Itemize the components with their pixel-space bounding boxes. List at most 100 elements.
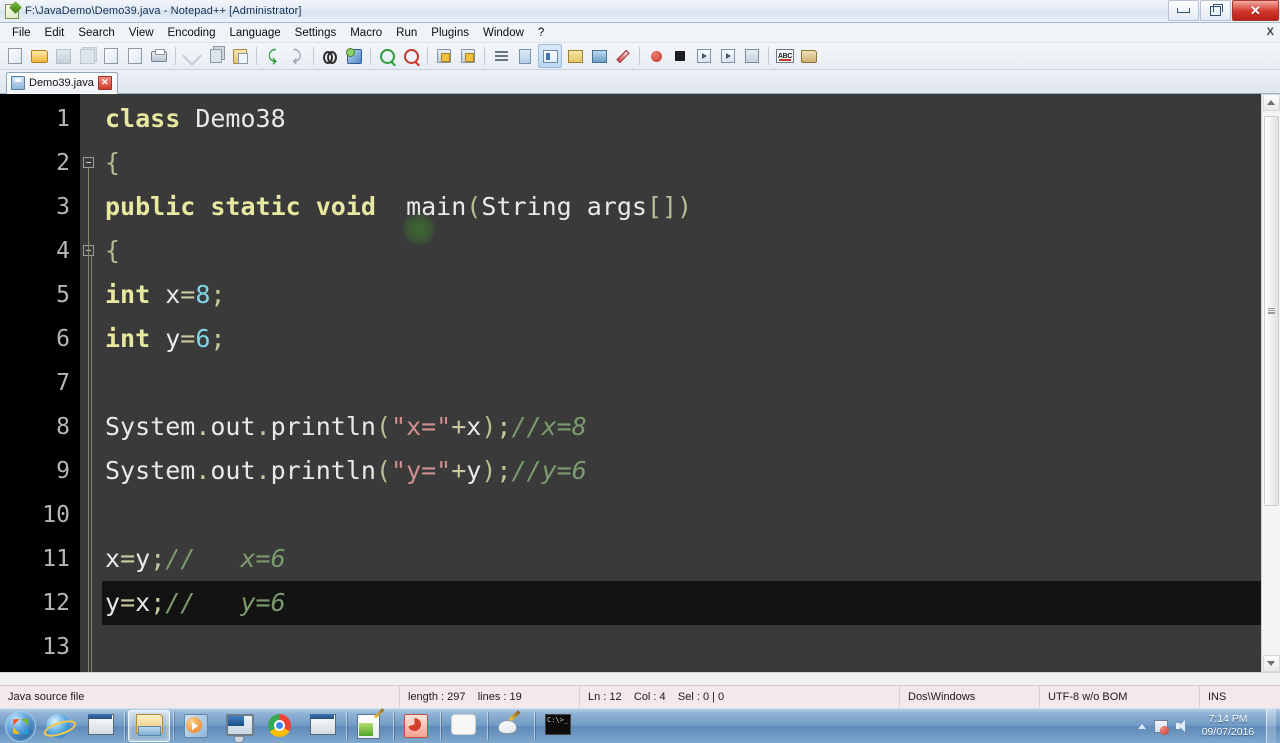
code-line[interactable]: x=y;// x=6	[102, 537, 1261, 581]
menu-item-help[interactable]: ?	[531, 24, 551, 42]
scrollbar-thumb[interactable]	[1264, 116, 1279, 506]
run-macro-multiple-times-button[interactable]	[717, 45, 739, 67]
save-macro-button[interactable]	[741, 45, 763, 67]
close-file-button[interactable]	[100, 45, 122, 67]
ui-user-defined-button[interactable]	[564, 45, 586, 67]
file-browser-button[interactable]	[798, 45, 820, 67]
vertical-scrollbar[interactable]	[1261, 94, 1280, 672]
copy-button[interactable]	[205, 45, 227, 67]
code-line[interactable]: y=x;// y=6	[102, 581, 1261, 625]
new-file-button[interactable]	[4, 45, 26, 67]
sync-horizontal-scroll-button[interactable]	[457, 45, 479, 67]
clock[interactable]: 7:14 PM 09/07/2016	[1197, 713, 1259, 739]
find-button[interactable]	[319, 45, 341, 67]
menu-item-window[interactable]: Window	[476, 24, 531, 42]
menu-item-file[interactable]: File	[5, 24, 38, 42]
close-button[interactable]: ✕	[1232, 0, 1279, 21]
code-line[interactable]: class Demo38	[102, 97, 1261, 141]
tab-demo39-java[interactable]: Demo39.java ✕	[6, 72, 118, 94]
status-length-lines: length : 297 lines : 19	[400, 686, 580, 708]
minimize-button[interactable]	[1168, 0, 1199, 21]
show-hidden-icons-arrow[interactable]	[1138, 723, 1146, 729]
word-wrap-button[interactable]	[490, 45, 512, 67]
redo-button[interactable]: ⤸	[286, 45, 308, 67]
document-switcher-button[interactable]	[612, 45, 634, 67]
taskbar-blue-app[interactable]	[303, 711, 343, 741]
cut-button[interactable]	[181, 45, 203, 67]
taskbar-white-app[interactable]	[444, 711, 484, 741]
menu-item-macro[interactable]: Macro	[343, 24, 389, 42]
taskbar-command-prompt[interactable]: C:\>_	[538, 711, 578, 741]
code-token: =	[180, 280, 196, 309]
close-all-files-button[interactable]	[124, 45, 146, 67]
menu-bar: File Edit Search View Encoding Language …	[0, 23, 1280, 43]
code-line[interactable]: {	[102, 141, 1261, 185]
taskbar-notepad-plus-plus[interactable]	[350, 711, 390, 741]
menu-item-settings[interactable]: Settings	[288, 24, 344, 42]
editor-area[interactable]: 1 2 3 4 5 6 7 8 9 10 11 12 13 class Demo38{public st…	[0, 94, 1280, 672]
print-button[interactable]	[148, 45, 170, 67]
menu-item-plugins[interactable]: Plugins	[424, 24, 476, 42]
menu-item-run[interactable]: Run	[389, 24, 424, 42]
code-line[interactable]	[102, 493, 1261, 537]
code-line[interactable]: System.out.println("y="+y);//y=6	[102, 449, 1261, 493]
spell-check-button[interactable]: ABC	[774, 45, 796, 67]
taskbar-windows-app[interactable]	[81, 711, 121, 741]
zoom-out-button[interactable]	[400, 45, 422, 67]
taskbar-internet-explorer[interactable]	[39, 711, 79, 741]
scroll-up-button[interactable]	[1262, 94, 1280, 111]
taskbar-file-explorer[interactable]	[128, 710, 170, 742]
fold-margin[interactable]	[80, 94, 102, 672]
start-button[interactable]	[2, 710, 38, 742]
toolbar-separator	[639, 47, 640, 65]
menu-item-encoding[interactable]: Encoding	[161, 24, 223, 42]
save-button[interactable]	[52, 45, 74, 67]
code-token: x	[466, 412, 482, 441]
scroll-down-button[interactable]	[1262, 655, 1280, 672]
open-file-button[interactable]	[28, 45, 50, 67]
taskbar-chrome[interactable]	[261, 711, 301, 741]
menu-item-view[interactable]: View	[122, 24, 161, 42]
code-token: main	[406, 192, 467, 221]
code-token: class	[105, 104, 181, 133]
zoom-in-button[interactable]	[376, 45, 398, 67]
menu-item-search[interactable]: Search	[71, 24, 121, 42]
fold-collapse-icon[interactable]	[83, 157, 94, 168]
undo-button[interactable]: ⤸	[262, 45, 284, 67]
record-macro-button[interactable]	[645, 45, 667, 67]
line-number: 8	[56, 414, 70, 440]
show-desktop-button[interactable]	[1266, 709, 1276, 743]
code-line[interactable]: public static void main(String args[])	[102, 185, 1261, 229]
menu-item-edit[interactable]: Edit	[38, 24, 72, 42]
code-token: int	[105, 280, 151, 309]
code-line[interactable]	[102, 361, 1261, 405]
taskbar-paint[interactable]	[491, 711, 531, 741]
paste-button[interactable]	[229, 45, 251, 67]
replace-button[interactable]	[343, 45, 365, 67]
save-all-button[interactable]	[76, 45, 98, 67]
tab-close-icon[interactable]: ✕	[97, 76, 112, 90]
code-line[interactable]	[102, 625, 1261, 669]
code-line[interactable]: System.out.println("x="+x);//x=8	[102, 405, 1261, 449]
code-line[interactable]: int x=8;	[102, 273, 1261, 317]
sync-vertical-scroll-button[interactable]	[433, 45, 455, 67]
play-macro-button[interactable]	[693, 45, 715, 67]
taskbar-display[interactable]	[219, 711, 259, 741]
horizontal-scrollbar[interactable]	[0, 672, 1280, 685]
code-line[interactable]: int y=6;	[102, 317, 1261, 361]
indent-guide-button[interactable]	[538, 44, 562, 68]
paint-icon	[498, 714, 521, 736]
action-center-flag-icon[interactable]	[1153, 719, 1169, 735]
close-document-button[interactable]: X	[1267, 26, 1274, 38]
volume-icon[interactable]	[1175, 719, 1190, 733]
document-map-button[interactable]	[588, 45, 610, 67]
taskbar-powerpoint[interactable]	[397, 711, 437, 741]
restore-button[interactable]	[1200, 0, 1231, 21]
taskbar-media-player[interactable]	[177, 711, 217, 741]
code-text-area[interactable]: class Demo38{public static void main(Str…	[102, 94, 1261, 672]
stop-recording-button[interactable]	[669, 45, 691, 67]
menu-item-language[interactable]: Language	[222, 24, 287, 42]
show-all-characters-button[interactable]	[514, 45, 536, 67]
code-line[interactable]: {	[102, 229, 1261, 273]
code-token: y	[165, 324, 181, 353]
